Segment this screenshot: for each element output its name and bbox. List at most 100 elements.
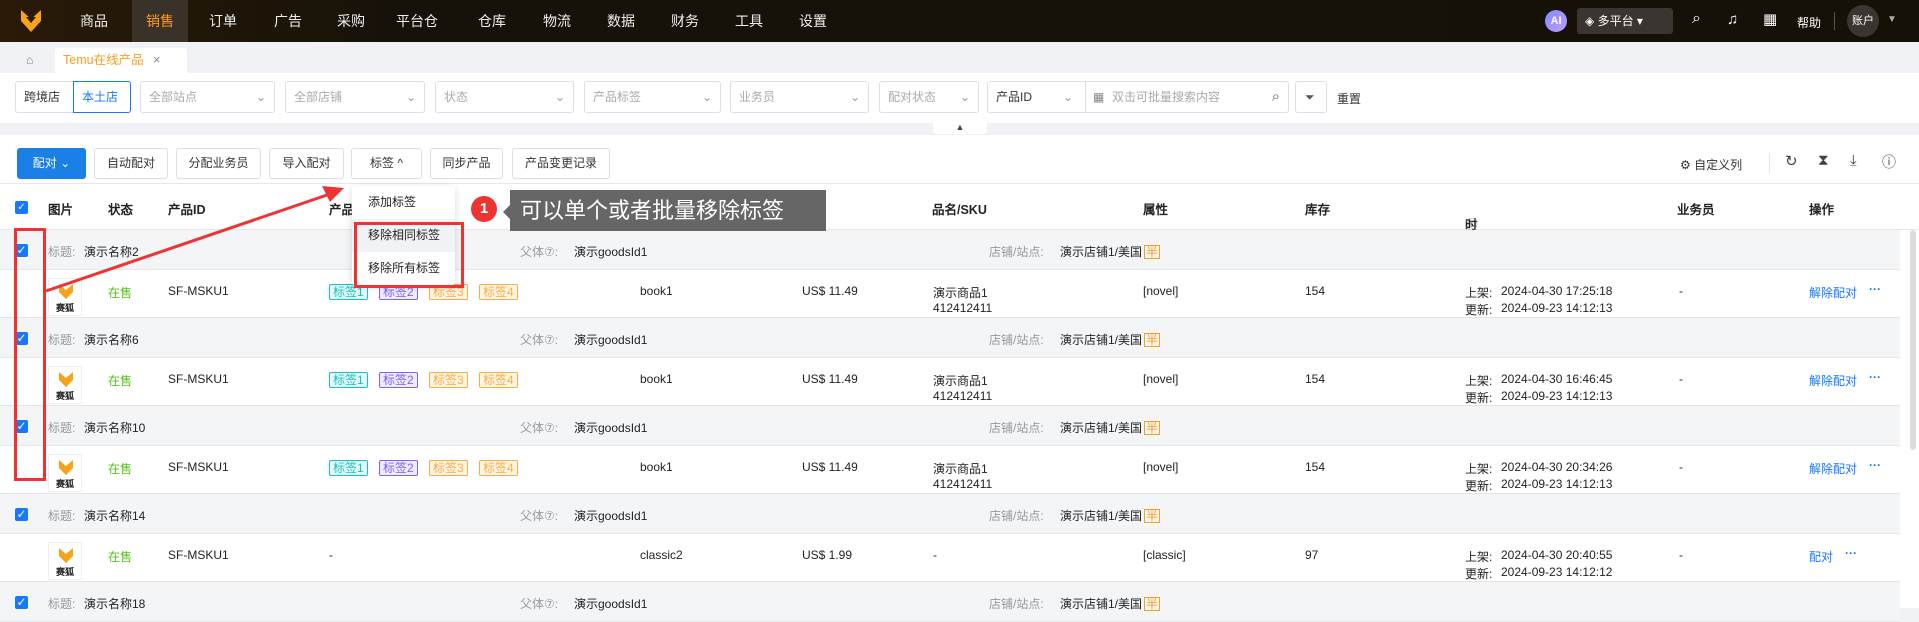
search-input[interactable]: 双击可批量搜索内容 (1112, 82, 1262, 112)
shop-label: 店铺/站点: (989, 245, 1044, 259)
shop-label: 店铺/站点: (989, 509, 1044, 523)
updated-label: 更新: (1465, 479, 1493, 493)
divider (1769, 153, 1770, 173)
listed-time: 2024-04-30 20:34:26 (1501, 460, 1613, 474)
shop-name: 演示店铺1/美国 (1060, 509, 1143, 523)
attribute: [novel] (1143, 284, 1179, 298)
product-id[interactable]: SF-MSKU1 (168, 548, 229, 562)
price: US$ 1.99 (802, 548, 853, 562)
thumbnail-caption: 赛狐 (56, 479, 75, 489)
unpair-link[interactable]: 解除配对 (1809, 284, 1857, 301)
nav-item[interactable]: 工具 (721, 0, 777, 42)
product-tag: 标签1 (329, 460, 368, 476)
product-id[interactable]: SF-MSKU1 (168, 460, 229, 474)
fox-logo-icon (59, 460, 73, 475)
updated-time: 2024-09-23 14:12:13 (1501, 301, 1613, 315)
custom-columns-button[interactable]: ⚙ 自定义列 (1680, 156, 1742, 173)
search-icon[interactable]: ⌕ (1692, 10, 1701, 28)
row-checkbox[interactable]: ✓ (15, 596, 28, 609)
unpair-link[interactable]: 配对 (1809, 548, 1833, 565)
batch-icon[interactable]: ▦ (1093, 82, 1104, 112)
tag-select[interactable]: 产品标签 ⌄ (584, 81, 721, 113)
stock: 97 (1305, 548, 1319, 562)
collapse-toggle[interactable]: ▲ (933, 120, 987, 134)
filter-button[interactable]: ⏷ (1295, 81, 1327, 113)
price: US$ 11.49 (802, 372, 858, 386)
refresh-icon[interactable]: ↻ (1785, 152, 1798, 170)
apps-grid-icon[interactable]: ▦ (1763, 10, 1777, 28)
staff-select[interactable]: 业务员 ⌄ (730, 81, 869, 113)
product-tag: 标签3 (429, 372, 468, 388)
status-text: 在售 (108, 462, 133, 476)
chevron-down-icon: ⌄ (701, 90, 712, 104)
nav-item[interactable]: 数据 (593, 0, 649, 42)
step-badge: 1 (471, 196, 497, 222)
caret-down-icon[interactable]: ▼ (1887, 14, 1897, 25)
nav-item[interactable]: 设置 (785, 0, 841, 42)
half-managed-badge: 半 (1144, 421, 1161, 435)
shop-label: 店铺/站点: (989, 421, 1044, 435)
product-id[interactable]: SF-MSKU1 (168, 372, 229, 386)
listed-time: 2024-04-30 17:25:18 (1501, 284, 1613, 298)
search-icon[interactable]: ⌕ (1272, 82, 1280, 112)
product-thumbnail[interactable]: 赛狐 (48, 542, 82, 580)
staff: - (1679, 372, 1683, 386)
nav-item[interactable]: 财务 (657, 0, 713, 42)
parent-label: 父体⑦: (520, 333, 559, 347)
title-label: 标题: (48, 421, 76, 435)
product-tag: 标签2 (379, 372, 418, 388)
help-link[interactable]: 帮助 (1797, 14, 1821, 31)
hourglass-icon[interactable]: ⧗ (1818, 152, 1829, 169)
parent-label: 父体⑦: (520, 245, 559, 259)
status-select[interactable]: 状态 ⌄ (435, 81, 574, 113)
thumbnail-caption: 赛狐 (56, 567, 75, 577)
product-title: 演示名称14 (84, 509, 146, 523)
help-icon[interactable]: ⓘ (1882, 152, 1896, 172)
nav-item[interactable]: 物流 (529, 0, 585, 42)
reset-button[interactable]: 重置 (1337, 90, 1361, 107)
parent-id: 演示goodsId1 (574, 597, 648, 611)
platform-switch[interactable]: ◈ 多平台 ▾ (1577, 8, 1673, 34)
gear-icon: ⚙ (1680, 158, 1695, 172)
parent-id: 演示goodsId1 (574, 421, 648, 435)
ai-button[interactable]: AI (1545, 10, 1567, 32)
fox-logo-icon (59, 372, 73, 387)
table-row: 赛狐 在售 SF-MSKU1 标签1 标签2 标签3 标签4 book1 US$ 11.49 演示… (0, 446, 1900, 494)
product-thumbnail[interactable]: 赛狐 (48, 454, 82, 492)
field-select[interactable]: 产品ID (996, 82, 1032, 112)
sync-products-button[interactable]: 同步产品 (430, 148, 503, 179)
account-avatar[interactable]: 账户 (1847, 5, 1879, 37)
scrollbar[interactable] (1910, 230, 1916, 450)
nav-item[interactable]: 仓库 (464, 0, 520, 42)
unpair-link[interactable]: 解除配对 (1809, 460, 1857, 477)
half-managed-badge: 半 (1144, 333, 1161, 347)
parent-label: 父体⑦: (520, 597, 559, 611)
more-icon[interactable]: ··· (1869, 282, 1881, 296)
pair-status-select[interactable]: 配对状态 ⌄ (879, 81, 979, 113)
change-log-button[interactable]: 产品变更记录 (512, 148, 610, 179)
chevron-down-icon: ⌄ (959, 90, 970, 104)
divider (1834, 12, 1835, 30)
more-icon[interactable]: ··· (1845, 546, 1857, 560)
row-checkbox[interactable]: ✓ (15, 508, 28, 521)
shop-name: 演示店铺1/美国 (1060, 245, 1143, 259)
download-icon[interactable]: ⤓ (1850, 152, 1857, 169)
sku-code: 412412411 (933, 301, 993, 315)
product-thumbnail[interactable]: 赛狐 (48, 366, 82, 404)
shop-site: 演示店铺1/美国半 (1060, 419, 1161, 436)
chevron-down-icon: ⌄ (1063, 90, 1074, 104)
more-icon[interactable]: ··· (1869, 370, 1881, 384)
group-row: ✓ 标题: 演示名称14 父体⑦: 演示goodsId1 店铺/站点: 演示店铺1/美国半 (0, 494, 1900, 534)
shop-label: 店铺/站点: (989, 333, 1044, 347)
sku-name: 演示商品1 (933, 374, 988, 388)
unpair-link[interactable]: 解除配对 (1809, 372, 1857, 389)
attribute: [classic] (1143, 548, 1186, 562)
sku-name: 演示商品1 (933, 462, 988, 476)
headset-icon[interactable]: ♫ (1727, 11, 1738, 28)
header-staff: 业务员 (1677, 203, 1715, 217)
tooltip-pointer (503, 205, 510, 219)
more-icon[interactable]: ··· (1869, 458, 1881, 472)
platform-label: 多平台 (1597, 14, 1634, 28)
shop-name: 演示店铺1/美国 (1060, 421, 1143, 435)
staff-placeholder: 业务员 (739, 90, 776, 104)
